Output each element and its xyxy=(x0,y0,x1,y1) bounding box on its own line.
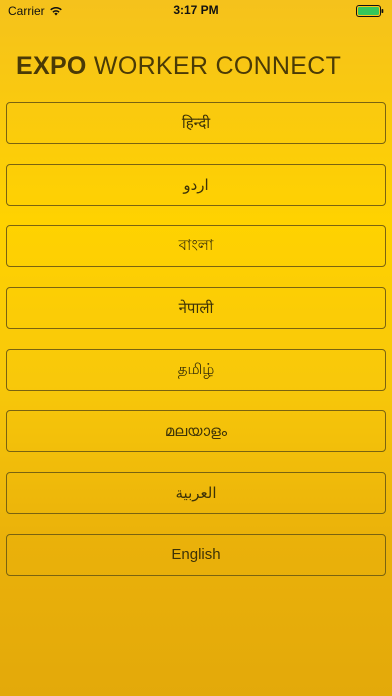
status-time: 3:17 PM xyxy=(173,3,219,17)
language-button-nepali[interactable]: नेपाली xyxy=(6,287,386,330)
app-screen: Carrier 3:17 PM EXPO WORKER CONNECT हिन्… xyxy=(0,0,392,696)
language-button-english[interactable]: English xyxy=(6,533,386,576)
language-button-malayalam[interactable]: മലയാളം xyxy=(6,410,386,453)
language-list: हिन्दी اردو বাংলা नेपाली தமிழ் മലയാളം ال… xyxy=(6,102,386,596)
language-button-arabic[interactable]: العربية xyxy=(6,472,386,515)
language-button-bengali[interactable]: বাংলা xyxy=(6,225,386,268)
status-bar: Carrier 3:17 PM xyxy=(0,0,392,22)
app-title-bold: EXPO xyxy=(16,52,87,80)
battery-icon xyxy=(356,5,384,17)
app-title-rest: WORKER CONNECT xyxy=(93,52,342,80)
language-button-tamil[interactable]: தமிழ் xyxy=(6,348,386,391)
app-title: EXPO WORKER CONNECT xyxy=(16,52,341,81)
language-button-urdu[interactable]: اردو xyxy=(6,163,386,206)
language-button-hindi[interactable]: हिन्दी xyxy=(6,102,386,144)
